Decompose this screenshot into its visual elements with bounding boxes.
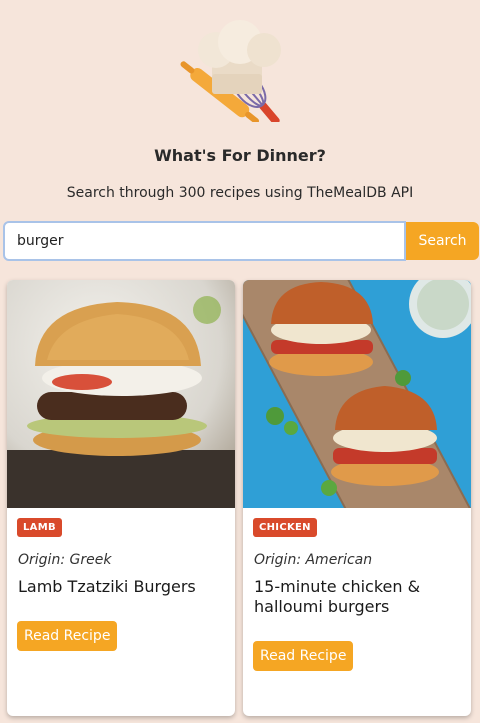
page-subtitle: Search through 300 recipes using TheMeal… <box>66 185 414 201</box>
category-badge: LAMB <box>17 518 62 537</box>
category-badge: CHICKEN <box>253 518 317 537</box>
recipe-title: Lamb Tzatziki Burgers <box>18 577 196 596</box>
recipe-title: 15-minute chicken & halloumi burgers <box>254 577 421 616</box>
recipe-origin: Origin: Greek <box>18 552 112 568</box>
recipe-image <box>243 280 471 508</box>
search-input[interactable] <box>3 221 406 261</box>
search-button[interactable]: Search <box>406 222 479 260</box>
app-page: What's For Dinner? Search through 300 re… <box>0 0 480 723</box>
recipe-origin: Origin: American <box>254 552 373 568</box>
page-title: What's For Dinner? <box>154 146 326 165</box>
read-recipe-button[interactable]: Read Recipe <box>17 621 118 651</box>
recipe-card: LAMB Origin: Greek Lamb Tzatziki Burgers… <box>7 280 235 716</box>
read-recipe-button[interactable]: Read Recipe <box>253 641 354 671</box>
recipe-image <box>7 280 235 508</box>
chef-logo-icon <box>180 20 281 122</box>
recipe-card: CHICKEN Origin: American 15-minute chick… <box>243 280 471 716</box>
